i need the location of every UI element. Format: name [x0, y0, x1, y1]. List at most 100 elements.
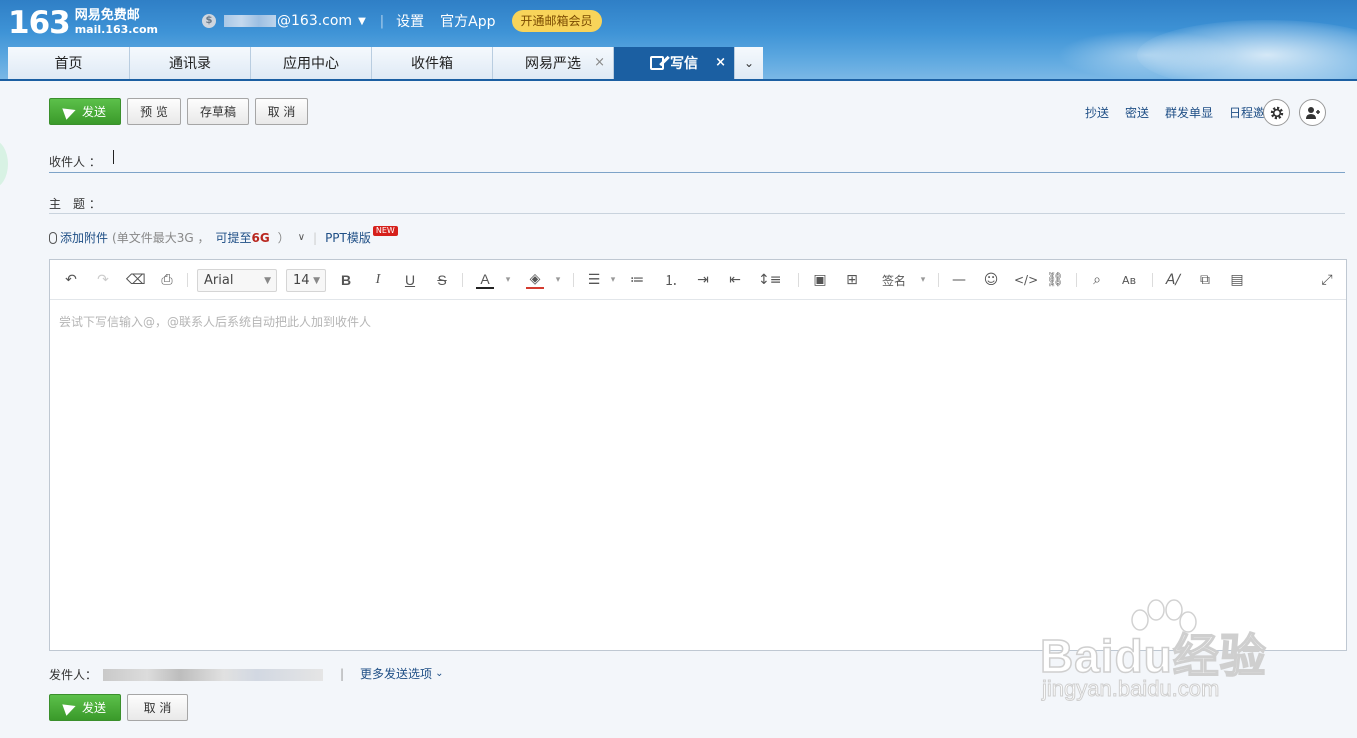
numbered-list-icon[interactable]: ⒈: [662, 271, 680, 289]
logo-en: mail.163.com: [74, 23, 159, 36]
add-contact-button[interactable]: [1299, 99, 1326, 126]
chevron-down-icon[interactable]: ▾: [549, 271, 567, 289]
double-chevron-down-icon[interactable]: ⌄: [435, 668, 443, 679]
editor-placeholder: 尝试下写信输入@，@联系人后系统自动把此人加到收件人: [59, 315, 372, 329]
template-icon[interactable]: ▤: [1228, 271, 1246, 289]
close-icon[interactable]: ×: [594, 55, 605, 70]
chevron-down-icon[interactable]: ▾: [914, 271, 932, 289]
upgrade-link[interactable]: 可提至6G: [215, 229, 269, 246]
case-convert-icon[interactable]: Aʙ: [1120, 271, 1138, 289]
tab-bar: 首页 通讯录 应用中心 收件箱 网易严选 × 写信 × ⌄: [8, 47, 763, 79]
highlight-color-icon[interactable]: ◈: [526, 271, 544, 289]
tab-inbox[interactable]: 收件箱: [372, 47, 493, 79]
side-bubble[interactable]: [0, 140, 8, 188]
divider: [938, 273, 939, 287]
sender-address-redacted[interactable]: [103, 668, 324, 681]
tab-label: 写信: [670, 56, 698, 72]
underline-icon[interactable]: U: [401, 271, 419, 289]
image-icon[interactable]: ▣: [811, 271, 829, 289]
code-icon[interactable]: </>: [1014, 271, 1038, 289]
align-icon[interactable]: ☰: [585, 271, 603, 289]
tab-contacts[interactable]: 通讯录: [130, 47, 251, 79]
upgrade-size: 6G: [251, 231, 270, 245]
account-name-redacted: [224, 15, 276, 27]
indent-icon[interactable]: ⇥: [694, 271, 712, 289]
to-label: 收件人 ：: [49, 155, 101, 169]
close-icon[interactable]: ×: [715, 55, 726, 70]
link-icon[interactable]: ⛓: [1046, 271, 1064, 289]
more-send-options-link[interactable]: 更多发送选项: [360, 665, 432, 682]
strikethrough-icon[interactable]: S: [433, 271, 451, 289]
chevron-down-icon[interactable]: ▾: [604, 271, 622, 289]
vip-button[interactable]: 开通邮箱会员: [511, 10, 602, 32]
cancel-button[interactable]: 取 消: [255, 98, 308, 125]
to-underline: [49, 172, 1345, 173]
redo-icon[interactable]: ↷: [94, 271, 112, 289]
divider: |: [313, 230, 318, 245]
subject-underline: [49, 213, 1345, 214]
editor-toolbar: ↶ ↷ ⌫ ⎙ Arial ▼ 14 ▼ B I U S A ▾ ◈ ▾ ☰ ▾…: [50, 260, 1346, 300]
sender-row: 发件人：: [49, 666, 324, 683]
settings-link[interactable]: 设置: [396, 11, 424, 31]
mail-editor: ↶ ↷ ⌫ ⎙ Arial ▼ 14 ▼ B I U S A ▾ ◈ ▾ ☰ ▾…: [49, 259, 1347, 651]
send-label: 发送: [81, 701, 106, 715]
divider: |: [379, 13, 385, 29]
to-input[interactable]: [110, 146, 1345, 170]
settings-gear-button[interactable]: [1263, 99, 1290, 126]
add-attachment-link[interactable]: 添加附件: [60, 229, 108, 246]
eraser-icon[interactable]: ⌫: [126, 271, 146, 289]
font-family-value: Arial: [204, 273, 234, 288]
bold-icon[interactable]: B: [337, 271, 355, 289]
table-icon[interactable]: ⊞: [843, 271, 861, 289]
ppt-template-link[interactable]: PPT模版: [325, 229, 371, 246]
watermark-domain: jingyan.baidu.com: [1041, 676, 1220, 702]
tab-home[interactable]: 首页: [8, 47, 130, 79]
user-bar: $ @163.com ▼ | 设置 官方App 开通邮箱会员: [202, 10, 602, 32]
tab-label: 首页: [54, 56, 83, 72]
cancel-button-bottom[interactable]: 取 消: [127, 694, 188, 721]
font-color-icon[interactable]: A: [476, 271, 494, 289]
divider: [798, 273, 799, 287]
tab-app-center[interactable]: 应用中心: [251, 47, 372, 79]
fullscreen-icon[interactable]: ⤢: [1318, 271, 1336, 289]
divider: [1152, 273, 1153, 287]
send-button[interactable]: 发送: [49, 98, 121, 125]
mail-logo[interactable]: 163 网易免费邮 mail.163.com: [8, 4, 158, 42]
tab-yanxuan[interactable]: 网易严选 ×: [493, 47, 614, 79]
tab-compose[interactable]: 写信 ×: [614, 47, 735, 79]
undo-icon[interactable]: ↶: [62, 271, 80, 289]
header-divider: [0, 79, 1357, 81]
italic-icon[interactable]: I: [369, 271, 387, 289]
chevron-down-icon: ▼: [358, 15, 366, 27]
format-painter-icon[interactable]: ⎙: [158, 271, 176, 289]
attachment-limit-end: ）: [277, 231, 290, 245]
font-family-select[interactable]: Arial ▼: [197, 269, 277, 292]
paperclip-icon: [49, 231, 57, 244]
divider: [462, 273, 463, 287]
bcc-link[interactable]: 密送: [1125, 106, 1149, 120]
sender-label: 发件人：: [49, 668, 98, 682]
emoji-icon[interactable]: ☺: [982, 271, 1000, 289]
find-replace-icon[interactable]: ⌕: [1088, 271, 1106, 289]
send-label: 发送: [81, 105, 106, 119]
outdent-icon[interactable]: ⇤: [726, 271, 744, 289]
spellcheck-icon[interactable]: A∕: [1164, 271, 1182, 289]
translate-icon[interactable]: ⧉: [1196, 271, 1214, 289]
horizontal-rule-icon[interactable]: —: [950, 271, 968, 289]
preview-button[interactable]: 预 览: [127, 98, 181, 125]
account-switcher[interactable]: @163.com ▼: [224, 13, 366, 29]
save-draft-button[interactable]: 存草稿: [187, 98, 249, 125]
official-app-link[interactable]: 官方App: [440, 11, 495, 31]
chevron-down-icon[interactable]: ▾: [499, 271, 517, 289]
cc-link[interactable]: 抄送: [1085, 106, 1109, 120]
bullet-list-icon[interactable]: ≔: [628, 271, 646, 289]
coin-icon: $: [202, 14, 216, 28]
chevron-down-icon[interactable]: ∨: [298, 232, 305, 243]
tabs-more-button[interactable]: ⌄: [735, 47, 763, 79]
font-size-select[interactable]: 14 ▼: [286, 269, 326, 292]
line-height-icon[interactable]: ↕≡: [758, 271, 781, 289]
subject-input[interactable]: [110, 188, 1345, 212]
signature-button[interactable]: 签名: [882, 271, 906, 289]
separate-send-link[interactable]: 群发单显: [1165, 106, 1213, 120]
send-button-bottom[interactable]: 发送: [49, 694, 121, 721]
